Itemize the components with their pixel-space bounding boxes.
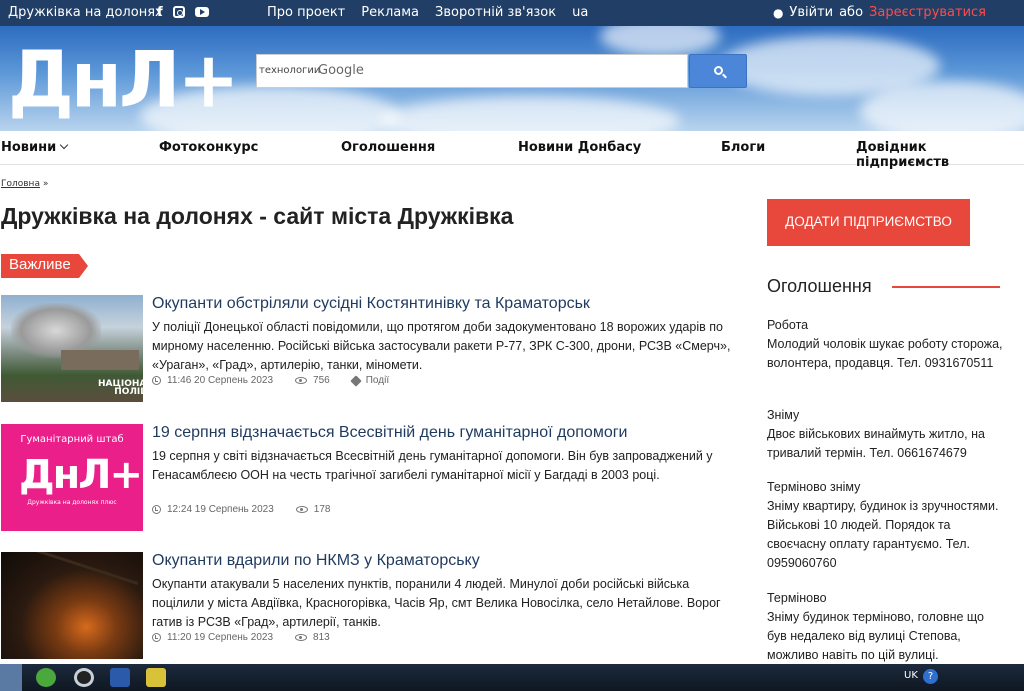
facebook-icon[interactable]: f xyxy=(157,5,163,20)
ads-heading: Оголошення xyxy=(767,276,872,296)
record-icon[interactable] xyxy=(74,668,94,687)
thumb-subtitle: Дружківка на долонях плюс xyxy=(27,499,117,506)
site-name-link[interactable]: Дружківка на долонях xyxy=(8,5,163,20)
header-banner: ДнЛ+ технологии Google xyxy=(0,26,1024,131)
menu-news[interactable]: Новини xyxy=(1,140,69,155)
article-meta: 11:20 19 Серпень 2023 813 xyxy=(152,632,330,643)
article-item: Гуманітарний штаб ДнЛ+ Дружківка на доло… xyxy=(1,424,741,534)
article-views: 813 xyxy=(313,632,330,643)
social-links: f xyxy=(157,5,209,20)
article-title[interactable]: Окупанти вдарили по НКМЗ у Краматорську xyxy=(152,552,480,570)
register-link[interactable]: Зареєструватися xyxy=(869,5,986,20)
breadcrumb: Головна » xyxy=(1,179,48,189)
main-menu: Новини Фотоконкурс Оголошення Новини Дон… xyxy=(0,131,1024,170)
article-tag[interactable]: Події xyxy=(366,375,389,386)
ad-text[interactable]: Двоє військових винаймуть житло, на трив… xyxy=(767,427,985,460)
start-button[interactable] xyxy=(0,664,22,691)
or-text: або xyxy=(839,5,864,20)
clock-icon xyxy=(152,633,161,642)
app-icon[interactable] xyxy=(146,668,166,687)
search-input[interactable]: технологии Google xyxy=(256,54,688,88)
language-indicator[interactable]: UK xyxy=(904,670,918,681)
clock-icon xyxy=(152,376,161,385)
search-icon xyxy=(714,66,723,75)
article-title[interactable]: Окупанти обстріляли сусідні Костянтинівк… xyxy=(152,295,590,313)
help-icon[interactable]: ? xyxy=(923,669,938,684)
page-title: Дружківка на долонях - сайт міста Дружкі… xyxy=(1,203,514,229)
chevron-down-icon xyxy=(60,140,69,150)
ad-item: Зніму Двоє військових винаймуть житло, н… xyxy=(767,406,1007,463)
article-meta: 11:46 20 Серпень 2023 756 Події xyxy=(152,374,389,387)
search-button[interactable] xyxy=(689,54,747,88)
login-link[interactable]: Увійти xyxy=(789,5,833,20)
nav-ads[interactable]: Реклама xyxy=(361,5,419,20)
menu-business-directory[interactable]: Довідник підприємств xyxy=(856,140,1024,170)
thumb-logo: ДнЛ+ xyxy=(19,452,143,498)
eye-icon xyxy=(295,506,308,513)
eye-icon xyxy=(295,377,308,384)
article-title[interactable]: 19 серпня відзначається Всесвітній день … xyxy=(152,424,628,442)
article-description: 19 серпня у світі відзначається Всесвітн… xyxy=(152,449,713,482)
breadcrumb-separator: » xyxy=(42,179,49,189)
tag-icon xyxy=(350,374,362,387)
article-time: 11:20 19 Серпень 2023 xyxy=(167,632,274,643)
site-logo[interactable]: ДнЛ+ xyxy=(8,38,239,122)
ad-category[interactable]: Терміново xyxy=(767,589,1007,608)
article-views: 178 xyxy=(313,504,331,515)
article-time: 12:24 19 Серпень 2023 xyxy=(167,504,274,515)
menu-blogs[interactable]: Блоги xyxy=(721,140,765,155)
article-thumbnail[interactable]: Гуманітарний штаб ДнЛ+ Дружківка на доло… xyxy=(1,424,143,531)
add-business-button[interactable]: ДОДАТИ ПІДПРИЄМСТВО xyxy=(767,199,970,246)
nav-language[interactable]: ua xyxy=(572,5,588,20)
ad-item: Робота Молодий чоловік шукає роботу стор… xyxy=(767,316,1007,373)
article-views: 756 xyxy=(313,375,330,386)
article-description: Окупанти атакували 5 населених пунктів, … xyxy=(152,577,721,629)
nav-feedback[interactable]: Зворотній зв'язок xyxy=(435,5,556,20)
top-bar: Дружківка на долонях f Про проект Реклам… xyxy=(0,0,1024,26)
ad-text[interactable]: Зніму будинок терміново, головне що був … xyxy=(767,610,984,662)
ad-text[interactable]: Молодий чоловік шукає роботу сторожа, во… xyxy=(767,337,1003,370)
article-item: Окупанти вдарили по НКМЗ у Краматорську … xyxy=(1,552,741,664)
article-meta: 12:24 19 Серпень 2023 178 xyxy=(152,504,330,515)
ad-category[interactable]: Робота xyxy=(767,316,1007,335)
article-description: У поліції Донецької області повідомили, … xyxy=(152,320,731,372)
top-nav: Про проект Реклама Зворотній зв'язок ua xyxy=(267,5,588,20)
nav-about[interactable]: Про проект xyxy=(267,5,345,20)
article-thumbnail[interactable] xyxy=(1,552,143,659)
ad-item: Терміново зніму Зніму квартиру, будинок … xyxy=(767,478,1007,573)
menu-announcements[interactable]: Оголошення xyxy=(341,140,435,155)
article-time: 11:46 20 Серпень 2023 xyxy=(167,375,274,386)
os-taskbar: UK ? xyxy=(0,664,1024,691)
youtube-icon[interactable] xyxy=(194,7,209,17)
thumb-heading: Гуманітарний штаб xyxy=(20,434,124,445)
clock-icon xyxy=(152,505,161,514)
eye-icon xyxy=(295,634,308,641)
google-label: Google xyxy=(318,63,364,78)
police-logo: НАЦІОНАЛЬНА ПОЛІЦІЯ xyxy=(98,379,143,397)
menu-photo-contest[interactable]: Фотоконкурс xyxy=(159,140,258,155)
menu-donbas-news[interactable]: Новини Донбасу xyxy=(518,140,641,155)
heading-divider xyxy=(892,286,1000,288)
user-icon: ● xyxy=(772,5,784,20)
instagram-icon[interactable] xyxy=(172,6,185,18)
ad-text[interactable]: Зніму квартиру, будинок із зручностями. … xyxy=(767,499,998,570)
auth-links: ● Увійти або Зареєструватися xyxy=(773,5,986,20)
ad-item: Терміново Зніму будинок терміново, голов… xyxy=(767,589,1007,665)
breadcrumb-home[interactable]: Головна xyxy=(1,179,40,189)
article-thumbnail[interactable]: НАЦІОНАЛЬНА ПОЛІЦІЯ xyxy=(1,295,143,402)
word-icon[interactable] xyxy=(110,668,130,687)
app-icon[interactable] xyxy=(36,668,56,687)
important-badge: Важливе xyxy=(1,254,88,278)
article-item: НАЦІОНАЛЬНА ПОЛІЦІЯ Окупанти обстріляли … xyxy=(1,295,741,405)
search-brand-label: технологии xyxy=(259,65,321,76)
ad-category[interactable]: Зніму xyxy=(767,406,1007,425)
ad-category[interactable]: Терміново зніму xyxy=(767,478,1007,497)
